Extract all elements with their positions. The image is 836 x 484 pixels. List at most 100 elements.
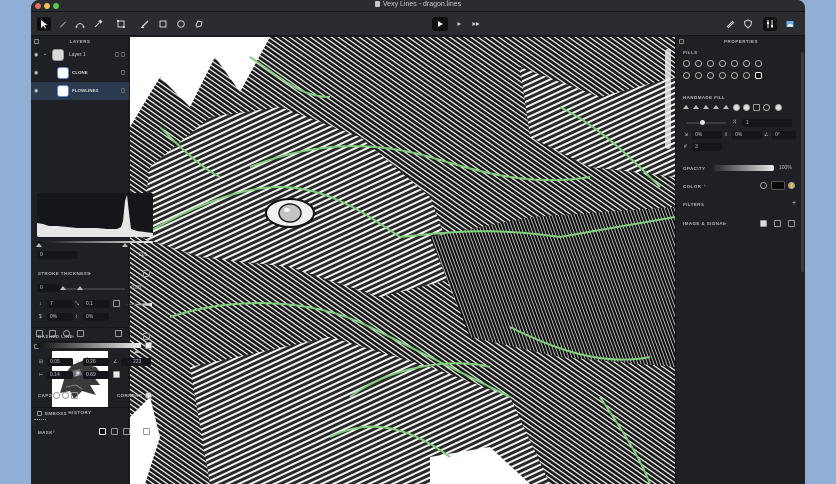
dash-gradient-end[interactable] bbox=[145, 342, 152, 349]
ellipse-tool-button[interactable] bbox=[174, 17, 188, 31]
mask-add-icon[interactable] bbox=[99, 428, 106, 435]
opacity-slider[interactable] bbox=[714, 165, 774, 171]
brush-shape-7-icon[interactable] bbox=[743, 104, 750, 111]
trash-icon[interactable] bbox=[115, 330, 122, 337]
fill-handmade-icon[interactable] bbox=[755, 72, 762, 79]
brush-shape-4-icon[interactable] bbox=[713, 105, 719, 109]
fill-circles-icon[interactable] bbox=[731, 60, 738, 67]
transform-tool-button[interactable] bbox=[114, 17, 128, 31]
layer-options-icon[interactable] bbox=[121, 70, 125, 75]
fill-spiral-icon[interactable] bbox=[719, 60, 726, 67]
shield-mode-button[interactable] bbox=[741, 17, 755, 31]
layer-row-clone[interactable]: ◉ CLONE bbox=[31, 64, 129, 82]
eyedropper-tool-button[interactable] bbox=[91, 17, 105, 31]
chevron-right-icon[interactable]: › bbox=[704, 183, 706, 189]
dash-gradient-handle[interactable] bbox=[134, 349, 140, 353]
chevron-right-icon[interactable]: › bbox=[53, 429, 55, 435]
opacity-label: OPACITY bbox=[683, 166, 706, 171]
dash-gradient-slider[interactable] bbox=[37, 343, 141, 348]
properties-scrollbar[interactable] bbox=[801, 52, 804, 272]
duplicate-icon[interactable] bbox=[77, 330, 84, 337]
mask-subtract-icon[interactable] bbox=[111, 428, 118, 435]
image-mode-button[interactable] bbox=[783, 17, 797, 31]
eye-icon[interactable]: ◉ bbox=[34, 70, 38, 76]
brush-shape-5-icon[interactable] bbox=[723, 105, 729, 109]
brush-shape-3-icon[interactable] bbox=[703, 105, 709, 109]
fill-fractal-icon[interactable] bbox=[719, 72, 726, 79]
fill-free-icon[interactable] bbox=[743, 72, 750, 79]
chevron-down-icon[interactable]: ⌄ bbox=[43, 51, 47, 57]
color-picker-icon[interactable] bbox=[788, 182, 795, 189]
select-tool-button[interactable] bbox=[37, 17, 51, 31]
brush-shape-10-icon[interactable] bbox=[775, 104, 782, 111]
corner-style-icon[interactable] bbox=[145, 392, 152, 399]
fill-linear-icon[interactable] bbox=[683, 60, 690, 67]
pen-tool-button[interactable] bbox=[56, 17, 70, 31]
layers-mode-button[interactable] bbox=[763, 17, 777, 31]
stroke-curve-icon[interactable] bbox=[113, 300, 120, 307]
dragon-artwork bbox=[130, 37, 675, 484]
levels-max-handle[interactable] bbox=[122, 243, 128, 247]
histogram-mode-icon[interactable] bbox=[760, 220, 767, 227]
handmade-size-slider[interactable] bbox=[686, 122, 726, 124]
stroke-range-slider[interactable] bbox=[63, 288, 125, 290]
fast-forward-button[interactable] bbox=[469, 17, 483, 31]
app-window: Vexy Lines - dragon.lines LAYERS ◉ ⌄ Lay… bbox=[31, 0, 805, 484]
fill-squares-icon[interactable] bbox=[707, 72, 714, 79]
eye-icon[interactable]: ◉ bbox=[34, 88, 38, 94]
brush-shape-8-icon[interactable] bbox=[753, 104, 760, 111]
chevron-down-icon[interactable]: ⌄ bbox=[71, 333, 75, 339]
emboss-checkbox[interactable] bbox=[37, 411, 42, 416]
dashed-options-icon[interactable] bbox=[143, 333, 150, 340]
histogram[interactable] bbox=[37, 193, 153, 237]
mask-invert-icon[interactable] bbox=[143, 428, 150, 435]
fill-radial-icon[interactable] bbox=[695, 60, 702, 67]
layer-options-icon[interactable] bbox=[115, 52, 119, 57]
step-play-button[interactable] bbox=[452, 17, 466, 31]
brush-shape-6-icon[interactable] bbox=[733, 104, 740, 111]
mask-intersect-icon[interactable] bbox=[123, 428, 130, 435]
rectangle-tool-button[interactable] bbox=[156, 17, 170, 31]
fill-trace-icon[interactable] bbox=[755, 60, 762, 67]
fill-scribble-icon[interactable] bbox=[683, 72, 690, 79]
layer-row-flowlines[interactable]: ◉ FLOWLINES bbox=[31, 82, 129, 100]
add-filter-icon[interactable]: + bbox=[792, 200, 796, 207]
handmade-value-field[interactable] bbox=[742, 119, 792, 127]
fill-noise-icon[interactable] bbox=[731, 72, 738, 79]
color-swatch[interactable] bbox=[771, 181, 785, 190]
cap-round-icon[interactable] bbox=[62, 392, 69, 399]
chevron-down-icon[interactable]: ⌄ bbox=[88, 270, 92, 276]
brush-shape-1-icon[interactable] bbox=[683, 105, 689, 109]
handmade-size-knob[interactable] bbox=[700, 120, 705, 125]
dash-pattern-icon[interactable] bbox=[113, 371, 120, 378]
stroke-min-handle[interactable] bbox=[60, 286, 66, 290]
history-list[interactable] bbox=[34, 419, 46, 421]
layer-options-icon[interactable] bbox=[121, 88, 125, 93]
color-mode-icon[interactable] bbox=[760, 182, 767, 189]
play-render-button[interactable] bbox=[432, 17, 448, 31]
levels-slider[interactable] bbox=[37, 241, 153, 243]
chevron-down-icon[interactable]: ⌄ bbox=[723, 220, 727, 226]
brush-shape-9-icon[interactable] bbox=[763, 104, 770, 111]
path-tool-button[interactable] bbox=[73, 17, 87, 31]
layer-row-layer-1[interactable]: ◉ ⌄ Layer 1 bbox=[31, 46, 129, 64]
eye-icon[interactable]: ◉ bbox=[34, 52, 38, 58]
levels-min-handle[interactable] bbox=[36, 243, 42, 247]
cap-butt-icon[interactable] bbox=[53, 392, 60, 399]
image-mode-icon[interactable] bbox=[774, 220, 781, 227]
drawing-canvas[interactable] bbox=[130, 37, 675, 484]
layer-lock-icon[interactable] bbox=[121, 52, 125, 57]
fill-wave-icon[interactable] bbox=[707, 60, 714, 67]
fill-halftone-icon[interactable] bbox=[743, 60, 750, 67]
pencil-mode-button[interactable] bbox=[723, 17, 737, 31]
brush-tool-button[interactable] bbox=[138, 17, 152, 31]
lasso-tool-button[interactable] bbox=[192, 17, 206, 31]
brush-shape-2-icon[interactable] bbox=[693, 105, 699, 109]
stroke-max-handle[interactable] bbox=[77, 286, 83, 290]
levels-min-field[interactable] bbox=[37, 251, 77, 259]
stroke-options-icon[interactable] bbox=[143, 270, 150, 277]
cap-square-icon[interactable] bbox=[71, 392, 78, 399]
shuffle-icon[interactable]: ⤨ bbox=[732, 119, 736, 125]
fill-dots-icon[interactable] bbox=[695, 72, 702, 79]
adjust-mode-icon[interactable] bbox=[788, 220, 795, 227]
